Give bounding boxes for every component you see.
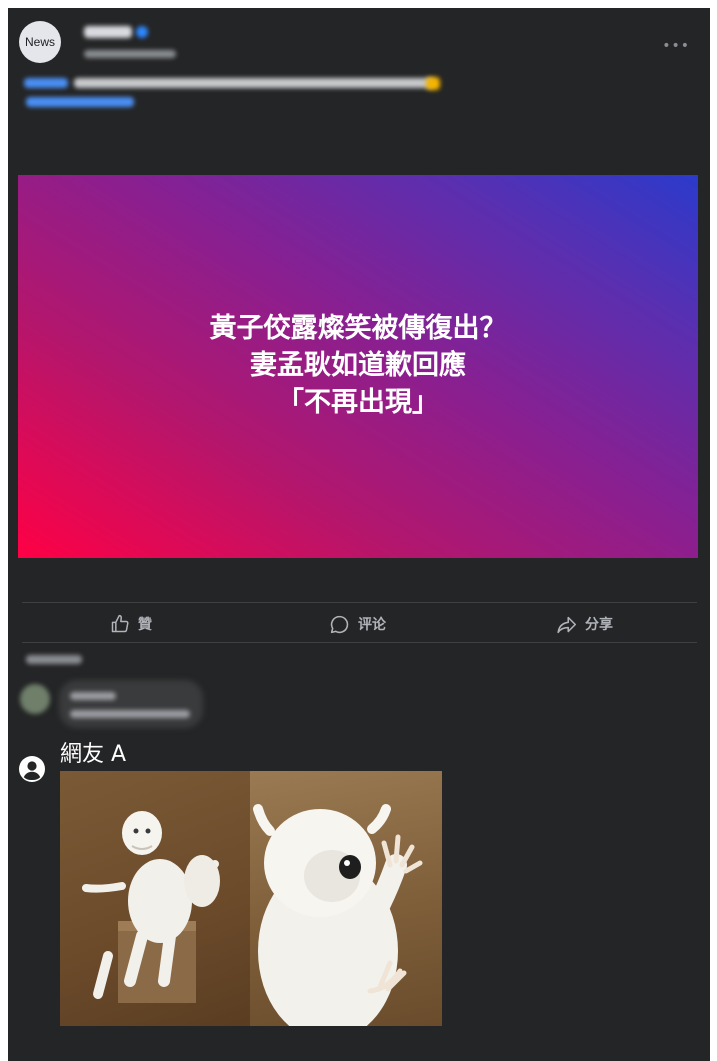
like-button[interactable]: 贊 [110,614,152,634]
page-avatar[interactable]: News [19,21,61,63]
post-caption-redacted-2 [74,78,434,88]
like-label: 贊 [138,617,152,633]
user-avatar-icon[interactable] [19,756,45,782]
comment-text-redacted [70,710,190,718]
post-link-redacted[interactable] [26,97,134,107]
post-caption-redacted [24,78,68,88]
comment-label: 评论 [358,617,386,633]
commenter-avatar-redacted[interactable] [20,684,50,714]
comment-sort-redacted[interactable] [26,655,82,664]
banner-line-1: 黃子佼露燦笑被傳復出？ [209,313,507,345]
meme-panel-right [250,771,442,1026]
post-card: News ••• 黃子佼露燦笑被傳復出？ 妻孟耿如道歉回應 「不再出現」 贊 评… [8,8,710,1061]
comment-button[interactable]: 评论 [329,614,386,634]
reply-user-name[interactable]: 網友 A [60,736,126,768]
commenter-name-redacted[interactable] [70,692,116,700]
post-banner-image[interactable]: 黃子佼露燦笑被傳復出？ 妻孟耿如道歉回應 「不再出現」 [18,175,698,558]
page-avatar-label: News [24,35,55,49]
emoji-icon [426,77,440,90]
banner-line-2: 妻孟耿如道歉回應 [250,350,466,381]
reply-meme-image[interactable] [60,771,442,1026]
banner-headline: 黃子佼露燦笑被傳復出？ 妻孟耿如道歉回應 「不再出現」 [210,311,507,422]
actions-divider-top [22,602,697,603]
meme-panel-left [60,771,250,1026]
banner-line-3: 「不再出現」 [277,386,439,418]
post-header: News ••• [8,8,710,123]
share-arrow-icon [557,616,577,633]
comment-bubble-redacted [59,680,203,728]
page-name-redacted[interactable] [84,26,132,38]
actions-divider-bottom [22,642,697,643]
verified-icon [136,26,148,38]
share-label: 分享 [585,617,613,633]
share-button[interactable]: 分享 [556,614,613,634]
comment-bubble-icon [330,615,349,633]
more-options-icon[interactable]: ••• [662,38,690,54]
post-timestamp-redacted[interactable] [84,50,176,58]
thumbs-up-icon [111,614,129,633]
